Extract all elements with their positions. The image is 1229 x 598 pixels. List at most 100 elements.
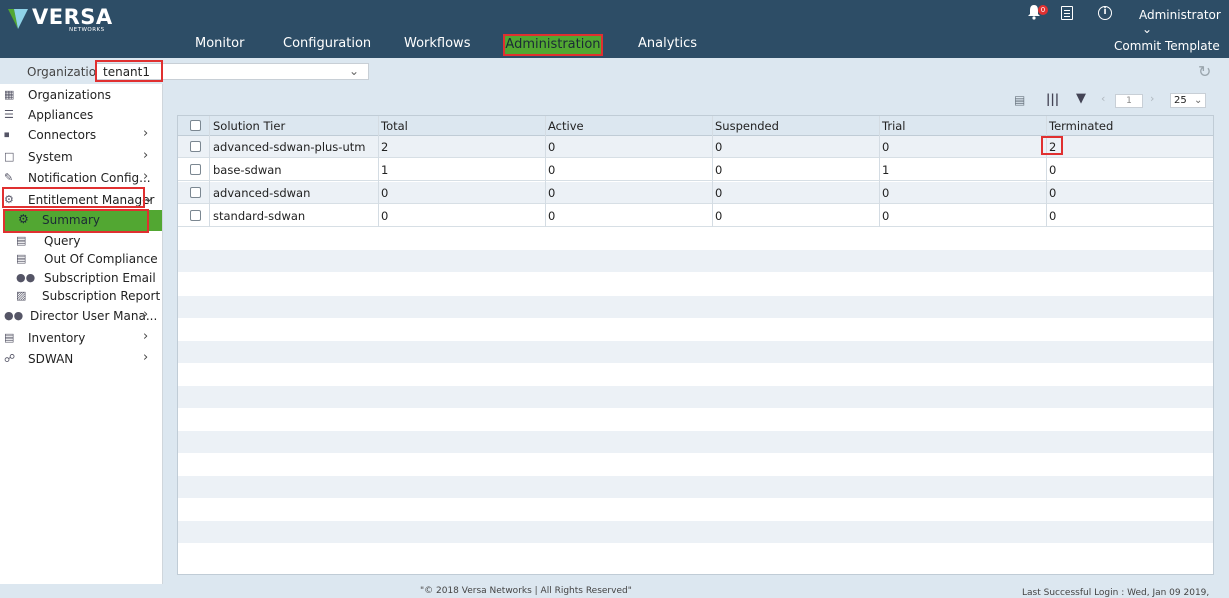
sidebar-item-label: SDWAN xyxy=(28,352,74,366)
summary-highlight xyxy=(3,209,149,233)
report-icon: ▨ xyxy=(16,289,27,302)
users-icon: ●● xyxy=(4,309,24,322)
entitlement-highlight xyxy=(2,187,145,208)
tab-monitor[interactable]: Monitor xyxy=(195,36,244,51)
inventory-icon: ▤ xyxy=(4,331,15,344)
tab-configuration[interactable]: Configuration xyxy=(283,36,371,51)
sidebar-item-appliances[interactable]: ☰ Appliances xyxy=(0,106,162,126)
page-size-value: 25 xyxy=(1174,95,1187,106)
cell-active: 0 xyxy=(548,140,556,154)
brand-name: VERSA xyxy=(32,5,113,29)
cell-trial: 0 xyxy=(882,140,890,154)
tab-analytics[interactable]: Analytics xyxy=(638,36,697,51)
organization-value[interactable]: tenant1 xyxy=(95,60,163,82)
sidebar-item-subscription-email[interactable]: ●● Subscription Email xyxy=(0,269,162,289)
cell-trial: 1 xyxy=(882,163,890,177)
cell-trial: 0 xyxy=(882,186,890,200)
column-header-suspended[interactable]: Suspended xyxy=(715,119,779,133)
cell-trial: 0 xyxy=(882,209,890,223)
column-header-solution-tier[interactable]: Solution Tier xyxy=(213,119,285,133)
sidebar-item-out-of-compliance[interactable]: ▤ Out Of Compliance xyxy=(0,250,162,270)
export-icon[interactable]: ▤ xyxy=(1014,93,1025,107)
document-icon[interactable] xyxy=(1061,6,1073,20)
cell-total: 2 xyxy=(381,140,389,154)
compliance-icon: ▤ xyxy=(16,252,27,265)
page-size-select[interactable]: 25 ⌄ xyxy=(1170,93,1206,108)
brand-sub: NETWORKS xyxy=(69,27,105,33)
sidebar-item-subscription-report[interactable]: ▨ Subscription Report xyxy=(0,287,162,307)
cell-terminated: 0 xyxy=(1049,186,1057,200)
page-number-input[interactable]: 1 xyxy=(1115,94,1143,108)
cell-terminated: 0 xyxy=(1049,163,1057,177)
summary-table: Solution Tier Total Active Suspended Tri… xyxy=(177,115,1214,575)
table-row[interactable]: base-sdwan 1 0 0 1 0 xyxy=(178,159,1213,181)
column-header-terminated[interactable]: Terminated xyxy=(1049,119,1113,133)
cell-suspended: 0 xyxy=(715,186,723,200)
sidebar-item-director-user-management[interactable]: ●● Director User Mana... › xyxy=(0,307,162,327)
sidebar-item-system[interactable]: □ System › xyxy=(0,148,162,168)
chevron-down-icon[interactable]: ⌄ xyxy=(349,64,359,78)
last-login-text: Last Successful Login : Wed, Jan 09 2019… xyxy=(1022,588,1210,598)
sidebar-item-label: Connectors xyxy=(28,128,97,142)
sidebar-item-label: Notification Config... xyxy=(28,171,151,185)
chevron-down-icon: ⌄ xyxy=(1194,95,1203,106)
empty-row xyxy=(178,386,1213,408)
row-checkbox[interactable] xyxy=(190,164,201,175)
sidebar-item-inventory[interactable]: ▤ Inventory › xyxy=(0,329,162,349)
column-divider xyxy=(545,116,546,227)
top-nav-bar: VERSA NETWORKS Monitor Configuration Wor… xyxy=(0,0,1229,58)
sidebar-item-query[interactable]: ▤ Query xyxy=(0,232,162,252)
chevron-right-icon: › xyxy=(143,329,149,344)
next-page-icon[interactable]: › xyxy=(1150,92,1154,105)
user-name: Administrator xyxy=(1139,8,1221,22)
column-header-total[interactable]: Total xyxy=(381,119,408,133)
cell-terminated: 0 xyxy=(1049,209,1057,223)
footer: "© 2018 Versa Networks | All Rights Rese… xyxy=(0,584,1229,598)
row-checkbox[interactable] xyxy=(190,210,201,221)
sidebar-item-label: Organizations xyxy=(28,88,111,102)
table-row[interactable]: standard-sdwan 0 0 0 0 0 xyxy=(178,205,1213,227)
select-all-checkbox[interactable] xyxy=(190,120,201,131)
user-menu[interactable]: Administrator ⌄ xyxy=(1139,8,1229,36)
sidebar-item-connectors[interactable]: ⏹ Connectors › xyxy=(0,126,162,146)
sidebar-item-label: Inventory xyxy=(28,331,86,345)
empty-row xyxy=(178,296,1213,318)
cell-active: 0 xyxy=(548,186,556,200)
cell-total: 1 xyxy=(381,163,389,177)
table-row[interactable]: advanced-sdwan 0 0 0 0 0 xyxy=(178,182,1213,204)
filter-icon[interactable]: ▼ xyxy=(1076,91,1086,106)
row-checkbox[interactable] xyxy=(190,187,201,198)
sidebar-item-label: Out Of Compliance xyxy=(44,252,158,266)
cell-solution-tier: base-sdwan xyxy=(213,163,282,177)
column-divider xyxy=(879,116,880,227)
sidebar-item-label: Query xyxy=(44,234,81,248)
column-divider xyxy=(378,116,379,227)
chevron-right-icon: › xyxy=(143,350,149,365)
appliances-icon: ☰ xyxy=(4,108,14,121)
sidebar-item-label: Subscription Report xyxy=(42,289,161,303)
column-divider xyxy=(1046,116,1047,227)
empty-row xyxy=(178,250,1213,272)
cell-suspended: 0 xyxy=(715,163,723,177)
column-divider xyxy=(209,116,210,227)
sidebar-item-label: Appliances xyxy=(28,108,94,122)
commit-template-button[interactable]: Commit Template xyxy=(1114,39,1220,53)
tab-workflows[interactable]: Workflows xyxy=(404,36,470,51)
prev-page-icon[interactable]: ‹ xyxy=(1101,92,1105,105)
column-header-active[interactable]: Active xyxy=(548,119,584,133)
column-header-trial[interactable]: Trial xyxy=(882,119,906,133)
column-divider xyxy=(712,116,713,227)
cell-solution-tier: standard-sdwan xyxy=(213,209,306,223)
row-checkbox[interactable] xyxy=(190,141,201,152)
chevron-right-icon: › xyxy=(143,126,149,141)
table-header: Solution Tier Total Active Suspended Tri… xyxy=(178,116,1213,136)
sidebar-item-notification-config[interactable]: ✎ Notification Config... › xyxy=(0,169,162,189)
refresh-icon[interactable]: ↻ xyxy=(1198,62,1211,81)
notification-badge: 0 xyxy=(1038,5,1048,15)
cell-total: 0 xyxy=(381,209,389,223)
columns-icon[interactable]: ||| xyxy=(1046,92,1059,106)
sidebar-item-sdwan[interactable]: ☍ SDWAN › xyxy=(0,350,162,370)
sidebar-item-organizations[interactable]: ▦ Organizations xyxy=(0,86,162,106)
info-icon[interactable]: i xyxy=(1098,6,1112,20)
tab-administration[interactable]: Administration xyxy=(503,34,603,56)
